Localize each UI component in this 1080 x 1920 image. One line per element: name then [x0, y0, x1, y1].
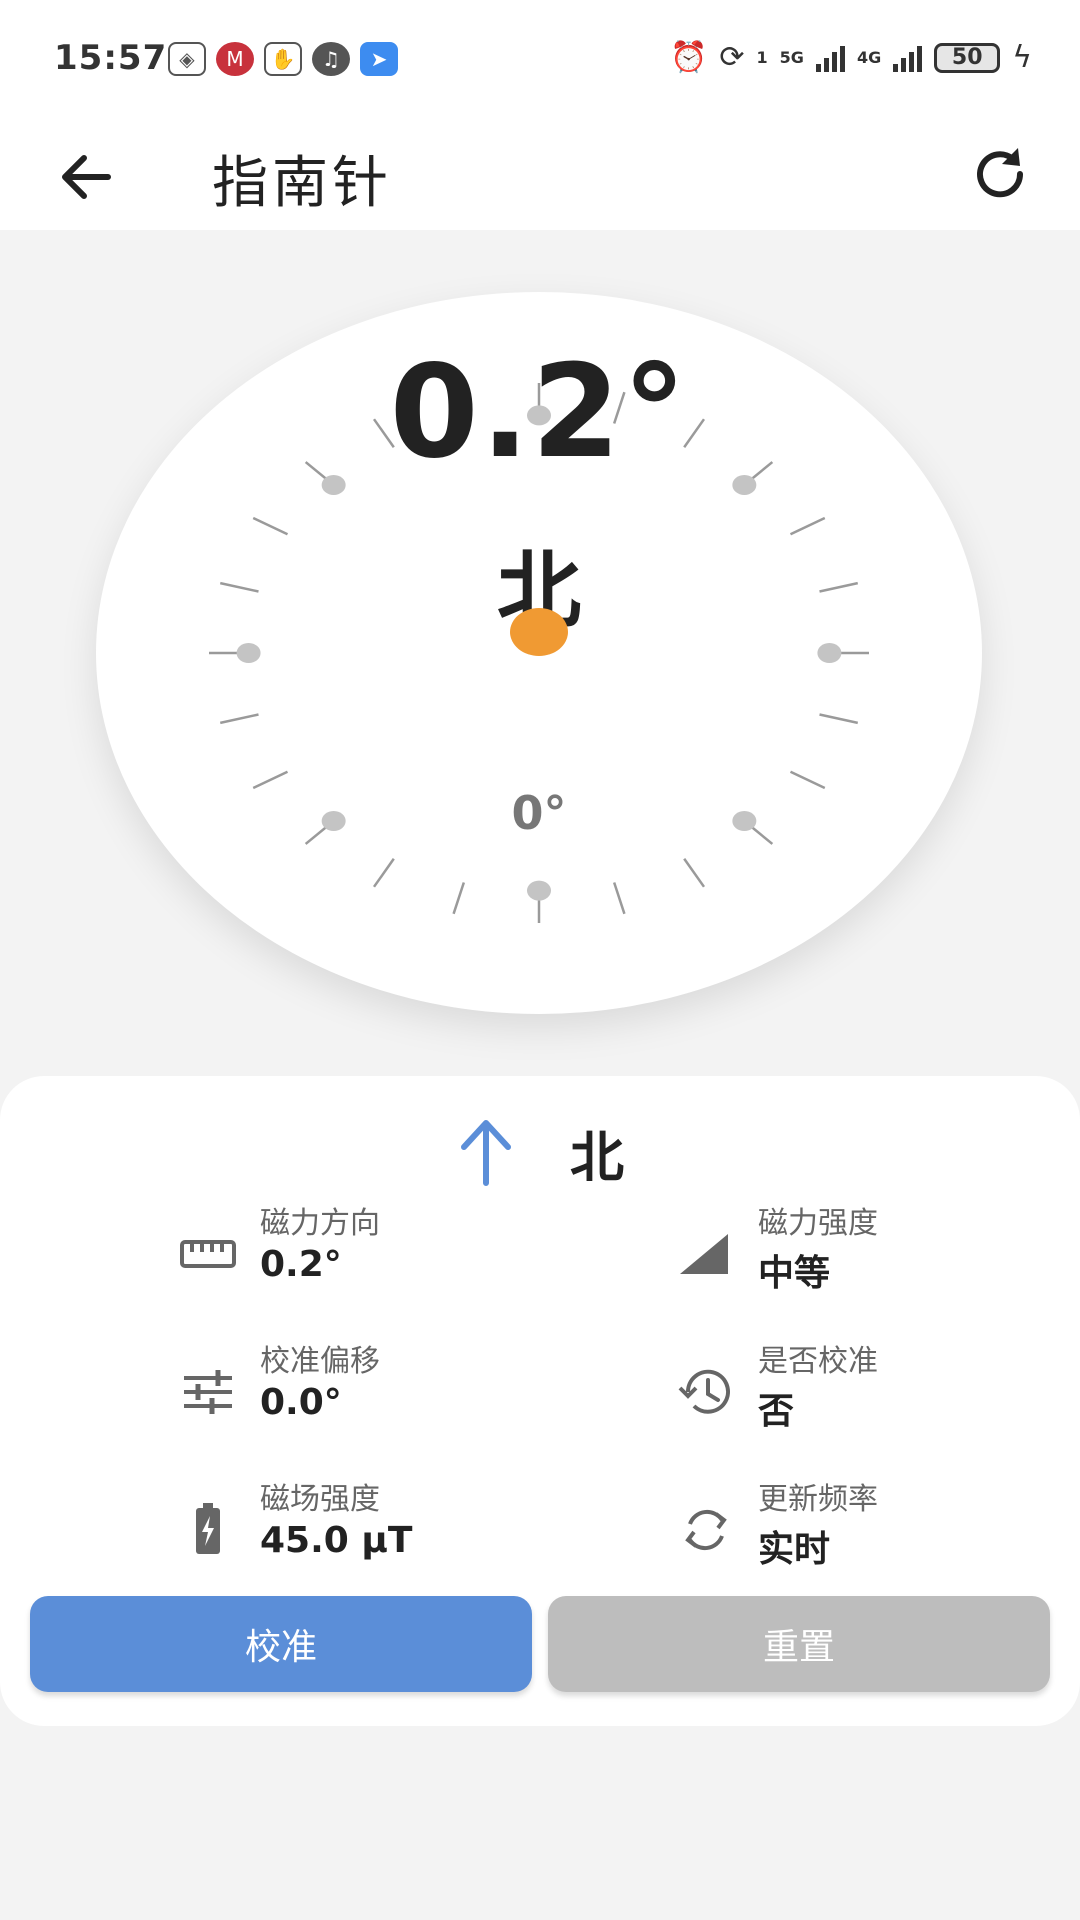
sync-icon [685, 1509, 727, 1551]
minor-tick [612, 882, 626, 915]
stat-label: 磁力强度 [758, 1206, 878, 1241]
hand-icon: ✋ [264, 42, 302, 76]
direction-row: 北 [0, 1104, 1080, 1200]
signal-strength-icon [680, 1234, 728, 1274]
minor-tick [372, 858, 395, 888]
refresh-icon [977, 148, 1024, 198]
status-bar: 15:57 ◈ M ✋ ♫ ➤ ⏰ ⟳ 1 5G 4G 50 ϟ [0, 0, 1080, 118]
stat-update-rate: 更新频率 实时 [676, 1474, 1080, 1584]
battery-icon: 50 [934, 42, 1001, 73]
stat-field-strength: 磁场强度 45.0 μT [178, 1474, 598, 1584]
network-type-1: 5G [779, 47, 804, 67]
stat-label: 是否校准 [758, 1344, 878, 1379]
alarm-icon: ⏰ [670, 40, 708, 75]
stat-value: 否 [758, 1391, 795, 1432]
app-diamond-icon: ◈ [168, 42, 206, 76]
stat-magnetic-direction: 磁力方向 0.2° [178, 1198, 598, 1308]
ruler-icon [180, 1240, 236, 1268]
history-icon [678, 1369, 730, 1414]
signal-icon-2 [893, 44, 923, 72]
refresh-button[interactable] [964, 138, 1036, 210]
stat-label: 校准偏移 [260, 1344, 380, 1379]
arrow-left-icon [62, 155, 111, 199]
status-right: ⏰ ⟳ 1 5G 4G 50 ϟ [670, 40, 1032, 75]
stat-value: 中等 [758, 1253, 831, 1294]
direction-label: 北 [570, 1125, 624, 1189]
minor-tick [819, 713, 859, 725]
reset-button[interactable]: 重置 [548, 1596, 1050, 1692]
tick-dot [817, 643, 842, 663]
battery-charging-icon [196, 1503, 220, 1554]
minor-tick [452, 882, 466, 915]
signal-icon [815, 44, 845, 72]
page-title: 指南针 [212, 151, 392, 216]
stat-calibration-offset: 校准偏移 0.0° [178, 1336, 598, 1446]
app-bar: 指南针 [0, 118, 1080, 230]
stat-value: 0.2° [260, 1244, 342, 1285]
stat-value: 45.0 μT [260, 1520, 413, 1561]
message-icon: ➤ [360, 42, 398, 76]
stat-label: 磁力方向 [260, 1206, 380, 1241]
bank-icon: M [216, 42, 254, 76]
stat-is-calibrated: 是否校准 否 [676, 1336, 1080, 1446]
heading-degree: 0.2° [389, 338, 689, 487]
stat-value: 实时 [758, 1529, 831, 1570]
stat-label: 更新频率 [758, 1482, 878, 1517]
calibrate-button[interactable]: 校准 [30, 1596, 532, 1692]
network-type-2: 4G [856, 47, 882, 67]
status-time: 15:57 [54, 38, 168, 78]
dial-degree: 0° [511, 786, 567, 840]
stat-value: 0.0° [260, 1382, 342, 1423]
hotspot-icon: ⟳ [719, 40, 745, 75]
minor-tick [683, 858, 706, 888]
compass-dial: 0.2° 北 0° [96, 292, 982, 1014]
tick-dot [236, 643, 261, 663]
charging-icon: ϟ [1012, 40, 1032, 75]
needle-dot [510, 608, 568, 656]
stat-label: 磁场强度 [260, 1482, 380, 1517]
tick-dot [527, 880, 551, 901]
sim-indicator: 1 [756, 47, 768, 67]
notification-icons: ◈ M ✋ ♫ ➤ [168, 42, 398, 76]
back-button[interactable] [52, 142, 122, 212]
stat-magnetic-strength: 磁力强度 中等 [676, 1198, 1080, 1308]
arrow-up-icon [461, 1120, 511, 1186]
voice-icon: ♫ [312, 42, 350, 76]
tune-icon [184, 1370, 232, 1414]
info-panel: 北 磁力方向 0.2° 磁力强度 中等 校准偏移 0.0° 是否校准 否 磁场强… [0, 1076, 1080, 1726]
minor-tick [219, 713, 259, 725]
